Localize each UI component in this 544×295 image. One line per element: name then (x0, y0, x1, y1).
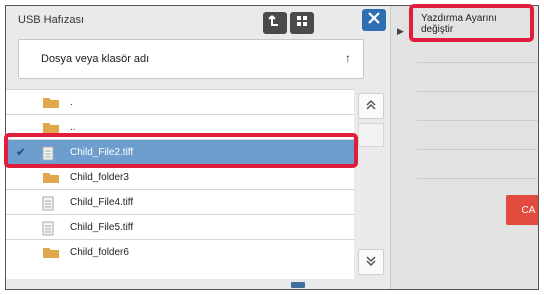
folder-icon (42, 96, 60, 114)
scrollbar (356, 89, 386, 279)
double-down-icon (366, 255, 376, 269)
list-item-label: . (70, 97, 73, 108)
close-button[interactable] (362, 9, 386, 31)
panel-title: USB Hafızası (18, 14, 85, 26)
list-item-label: Child_folder3 (70, 172, 129, 183)
list-item[interactable]: Child_File4.tiff (6, 190, 354, 215)
list-item-label: Child_File4.tiff (70, 197, 134, 208)
file-list: . .. ✔ Child_File2.tiff Child_folder3 Ch… (6, 89, 354, 279)
highlight-print-settings (409, 4, 534, 42)
close-icon (367, 11, 381, 30)
grid-icon (296, 14, 308, 32)
search-label: Dosya veya klasör adı (41, 53, 150, 65)
action-list (417, 34, 538, 179)
filename-search-field[interactable]: Dosya veya klasör adı ↑ (18, 39, 364, 79)
drag-handle[interactable] (291, 282, 305, 288)
list-item-label: .. (70, 122, 76, 133)
list-item[interactable]: Child_File5.tiff (6, 215, 354, 240)
list-item-label: Child_File5.tiff (70, 222, 134, 233)
scroll-to-top-button[interactable] (358, 93, 384, 119)
scroll-thumb[interactable] (358, 123, 384, 147)
action-slot (417, 63, 538, 92)
action-panel: ▶ Yazdırma Ayarını değiştir CA (390, 6, 538, 289)
up-folder-button[interactable] (263, 12, 287, 34)
ca-button[interactable]: CA (506, 195, 538, 225)
document-icon (42, 221, 54, 241)
action-slot (417, 92, 538, 121)
highlight-selected-file (4, 133, 358, 168)
scroll-to-bottom-button[interactable] (358, 249, 384, 275)
sort-order-icon[interactable]: ↑ (345, 51, 351, 65)
action-slot (417, 121, 538, 150)
thumbnail-view-button[interactable] (290, 12, 314, 34)
action-slot (417, 150, 538, 179)
list-item[interactable]: Child_folder3 (6, 165, 354, 190)
list-item[interactable]: . (6, 90, 354, 115)
folder-icon (42, 171, 60, 189)
up-arrow-icon (268, 14, 282, 33)
expand-panel-icon[interactable]: ▶ (397, 26, 404, 37)
list-item[interactable]: Child_folder6 (6, 240, 354, 265)
double-up-icon (366, 99, 376, 113)
list-item-label: Child_folder6 (70, 247, 129, 258)
document-icon (42, 196, 54, 216)
folder-icon (42, 246, 60, 264)
